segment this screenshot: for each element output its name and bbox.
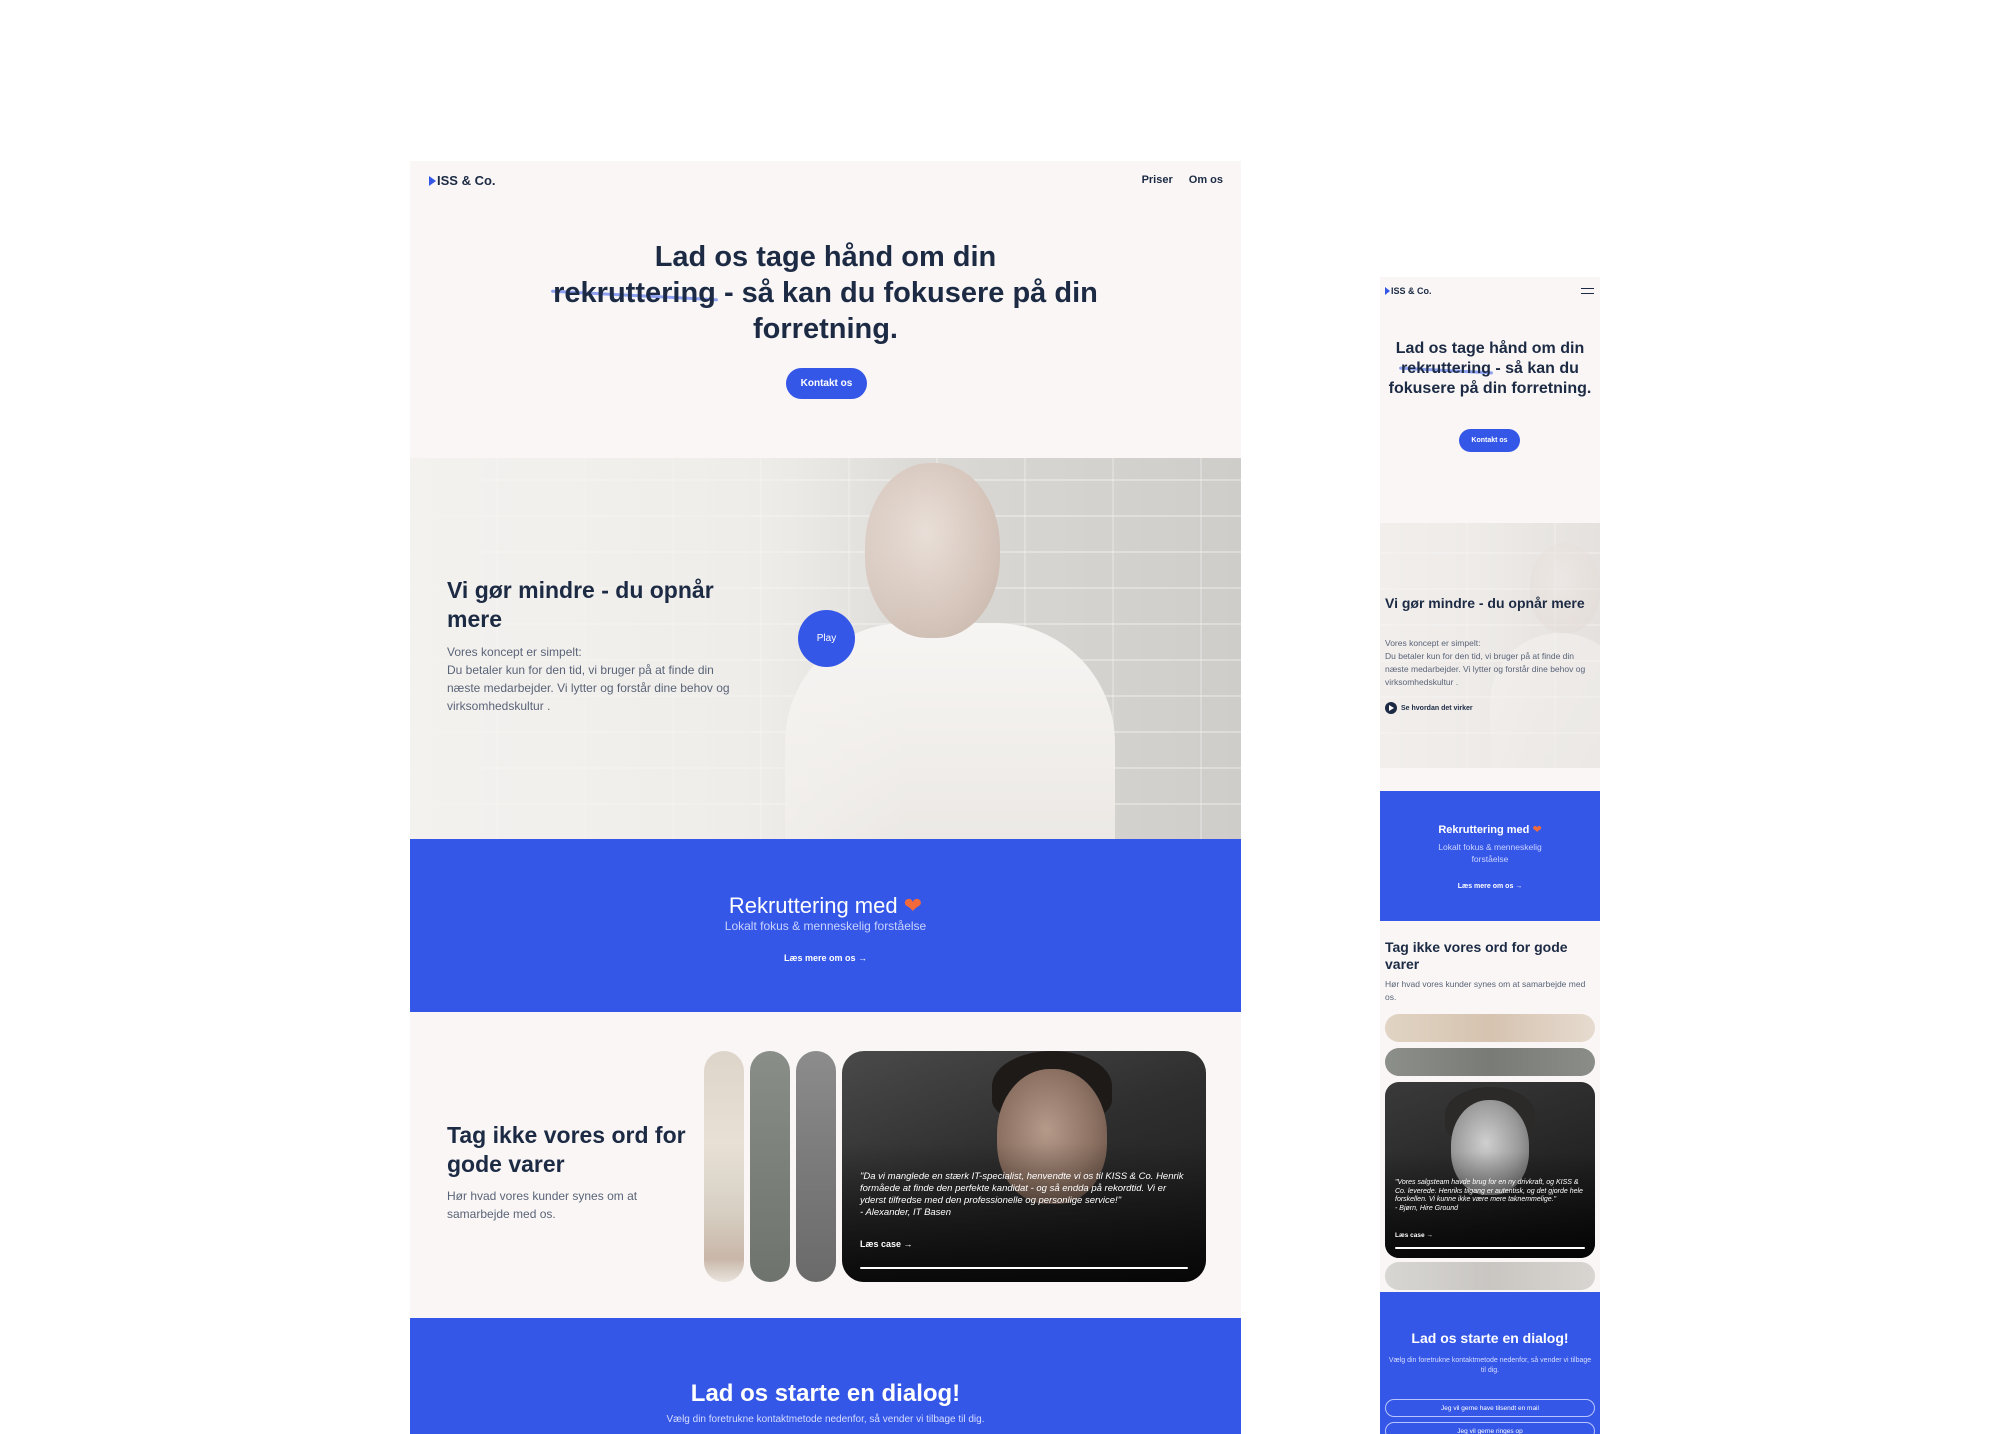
heart-icon: ❤	[1532, 824, 1542, 836]
quote-author: - Alexander, IT Basen	[860, 1207, 952, 1218]
mobile-logo[interactable]: ISS & Co.	[1385, 286, 1432, 296]
about-link[interactable]: Læs mere om os →	[1380, 883, 1600, 890]
video-title: Vi gør mindre - du opnår mere	[447, 577, 714, 632]
logo-text: ISS & Co.	[437, 173, 496, 188]
video-text: Vores koncept er simpelt: Du betaler kun…	[447, 643, 737, 715]
video-body: Du betaler kun for den tid, vi bruger på…	[1385, 651, 1586, 687]
logo-text: ISS & Co.	[1391, 286, 1432, 296]
video-body: Du betaler kun for den tid, vi bruger på…	[447, 663, 730, 713]
read-case-link[interactable]: Læs case →	[860, 1239, 913, 1249]
contact-subtitle: Vælg din foretrukne kontaktmetode nedenf…	[666, 1414, 985, 1425]
heart-icon: ❤	[903, 893, 923, 918]
video-intro: Vores koncept er simpelt:	[447, 645, 582, 659]
testimonials-subtitle: Hør hvad vores kunder synes om at samarb…	[447, 1189, 638, 1221]
about-link[interactable]: Læs mere om os →	[410, 953, 1241, 963]
mobile-video-text: Vores koncept er simpelt: Du betaler kun…	[1385, 637, 1595, 689]
video-section: Vi gør mindre - du opnår mere Vores konc…	[410, 458, 1241, 839]
how-it-works-link[interactable]: Se hvordan det virker	[1385, 702, 1473, 714]
contact-title: Lad os starte en dialog!	[1411, 1330, 1569, 1346]
showcase-canvas: ISS & Co. Priser Om os Lad os tage hånd …	[0, 0, 2000, 1434]
logo-k-icon	[429, 176, 436, 186]
quote-text: "Vores salgsteam havde brug for en ny dr…	[1395, 1179, 1583, 1203]
testimonial-thumb-3[interactable]	[1385, 1262, 1595, 1290]
contact-band: Lad os starte en dialog! Vælg din foretr…	[410, 1318, 1241, 1434]
about-subtitle: Lokalt fokus & menneskelig forståelse	[724, 919, 927, 933]
nav-link-priser[interactable]: Priser	[1142, 174, 1173, 186]
hero-title-highlight: rekruttering	[1401, 359, 1491, 379]
how-it-works-label: Se hvordan det virker	[1401, 704, 1473, 712]
testimonial-thumb-2[interactable]	[750, 1051, 790, 1282]
testimonial-card: "Da vi manglede en stærk IT-specialist, …	[842, 1051, 1206, 1282]
top-nav: ISS & Co. Priser Om os	[410, 161, 1241, 199]
about-subtitle: Lokalt fokus & menneskelig forståelse	[1438, 842, 1542, 864]
play-button[interactable]: Play	[798, 610, 855, 667]
hamburger-menu-icon[interactable]	[1581, 288, 1594, 294]
testimonials-title: Tag ikke vores ord for gode varer	[447, 1122, 686, 1177]
progress-bar	[1395, 1247, 1585, 1249]
video-intro: Vores koncept er simpelt:	[1385, 638, 1481, 648]
highlight-text: rekruttering	[553, 277, 716, 309]
testimonial-thumb-1[interactable]	[704, 1051, 744, 1282]
testimonial-thumb-2[interactable]	[1385, 1048, 1595, 1076]
logo-k-icon	[1385, 287, 1390, 295]
mobile-video-section: Vi gør mindre - du opnår mere Vores konc…	[1380, 523, 1600, 768]
hero-title-start: Lad os tage hånd om din	[654, 241, 997, 273]
about-band: Rekruttering med ❤ Lokalt fokus & mennes…	[410, 839, 1241, 1012]
about-title-text: Rekruttering med	[1438, 824, 1530, 836]
nav-link-om-os[interactable]: Om os	[1189, 174, 1223, 186]
contact-button[interactable]: Kontakt os	[786, 368, 867, 399]
about-title: Rekruttering med ❤	[410, 893, 1241, 919]
mobile-about-band: Rekruttering med ❤ Lokalt fokus & mennes…	[1380, 791, 1600, 921]
mobile-testimonial-card: "Vores salgsteam havde brug for en ny dr…	[1385, 1082, 1595, 1258]
nav-links: Priser Om os	[1142, 174, 1223, 186]
testimonial-quote: "Vores salgsteam havde brug for en ny dr…	[1395, 1179, 1590, 1213]
progress-bar	[860, 1267, 1188, 1269]
mobile-testimonials-title: Tag ikke vores ord for gode varer	[1385, 939, 1568, 972]
hero-title-start: Lad os tage hånd om din	[1395, 340, 1585, 357]
mobile-contact-button[interactable]: Kontakt os	[1459, 429, 1520, 452]
highlight-text: rekruttering	[1401, 360, 1491, 377]
mobile-contact-band: Lad os starte en dialog! Vælg din foretr…	[1380, 1292, 1600, 1434]
mobile-hero-title: Lad os tage hånd om din rekruttering - s…	[1388, 339, 1592, 399]
read-case-link[interactable]: Læs case →	[1395, 1232, 1433, 1239]
mobile-video-title: Vi gør mindre - du opnår mere	[1385, 595, 1585, 611]
hero-title-end: - så kan du fokusere på din forretning.	[723, 277, 1098, 345]
quote-author: - Bjørn, Hire Ground	[1395, 1204, 1459, 1212]
desktop-mockup: ISS & Co. Priser Om os Lad os tage hånd …	[410, 161, 1241, 1434]
mobile-testimonials-subtitle: Hør hvad vores kunder synes om at samarb…	[1385, 979, 1586, 1002]
about-title: Rekruttering med ❤	[1380, 823, 1600, 836]
quote-text: "Da vi manglede en stærk IT-specialist, …	[860, 1171, 1184, 1206]
hero-title: Lad os tage hånd om din rekruttering - s…	[550, 239, 1101, 347]
phone-contact-button[interactable]: Jeg vil gerne ringes op	[1385, 1422, 1595, 1434]
testimonial-quote: "Da vi manglede en stærk IT-specialist, …	[860, 1171, 1190, 1219]
play-icon	[1385, 702, 1397, 714]
hero-title-highlight: rekruttering	[553, 275, 716, 311]
email-contact-button[interactable]: Jeg vil gerne have tilsendt en mail	[1385, 1399, 1595, 1417]
testimonial-thumb-3[interactable]	[796, 1051, 836, 1282]
logo[interactable]: ISS & Co.	[429, 173, 496, 188]
contact-subtitle: Vælg din foretrukne kontaktmetode nedenf…	[1388, 1357, 1592, 1374]
testimonial-thumb-1[interactable]	[1385, 1014, 1595, 1042]
contact-title: Lad os starte en dialog!	[690, 1380, 961, 1407]
about-title-text: Rekruttering med	[728, 893, 898, 918]
mobile-mockup: ISS & Co. Lad os tage hånd om din rekrut…	[1380, 277, 1600, 1434]
